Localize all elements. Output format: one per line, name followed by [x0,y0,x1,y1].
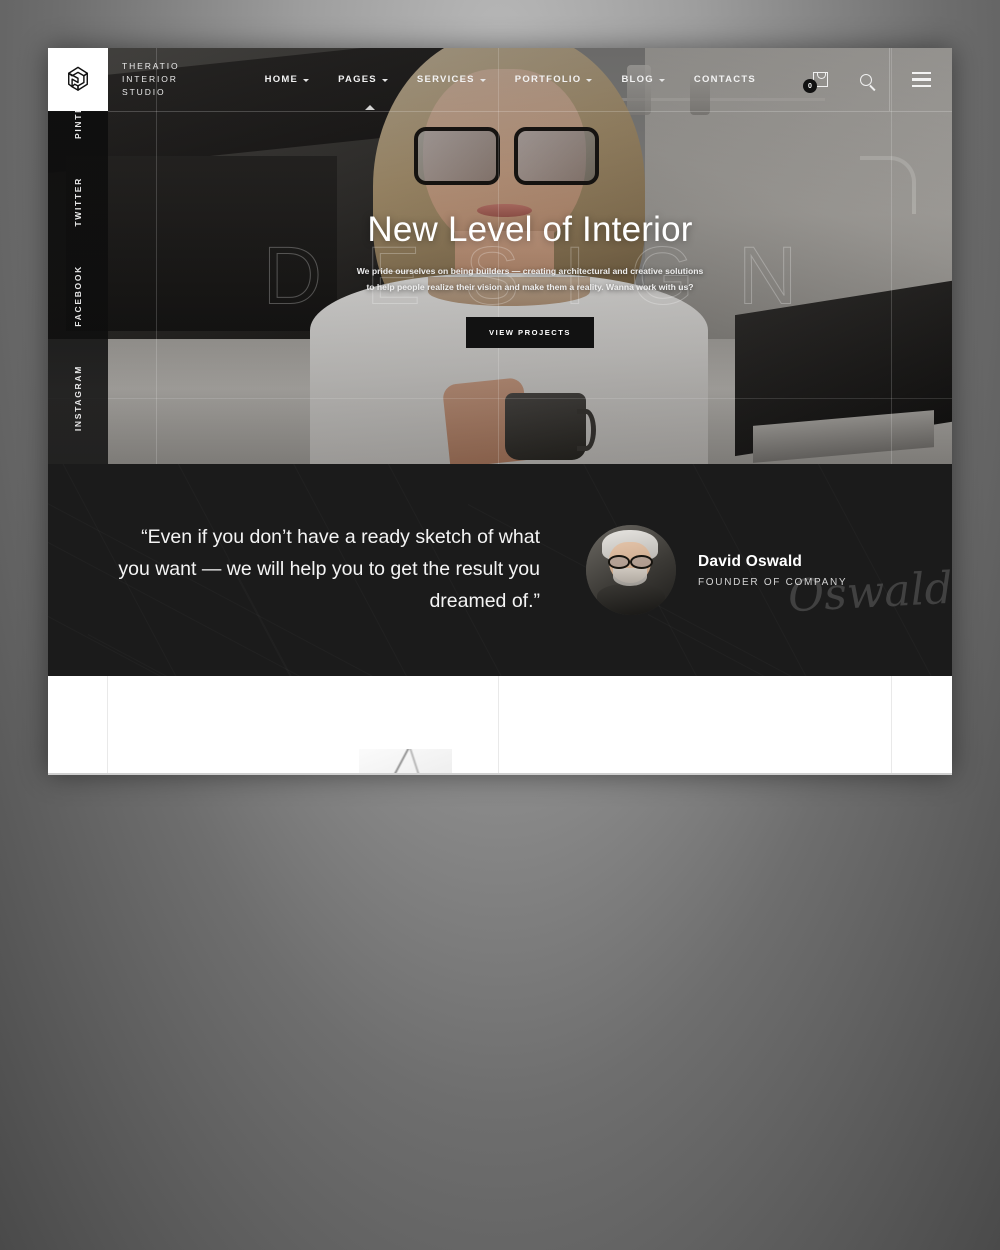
chevron-down-icon [479,78,486,82]
author-name: David Oswald [698,552,803,570]
chevron-down-icon [658,78,665,82]
chevron-down-icon [586,78,593,82]
hamburger-menu-button[interactable] [890,48,952,111]
hero-content: DESIGN New Level of Interior We pride ou… [108,111,952,464]
testimonial-quote: “Even if you don’t have a ready sketch o… [118,526,540,612]
header-actions: 0 [797,48,952,111]
website-page: THERATIO INTERIOR STUDIO HOME PAGES SERV… [48,48,952,775]
nav-label: HOME [264,74,299,85]
next-section [48,676,952,775]
brand-name: THERATIO INTERIOR STUDIO [122,48,180,111]
social-sidebar: INSTAGRAM FACEBOOK TWITTER PINTEREST [48,76,108,464]
search-icon [860,73,872,86]
nav-item-contacts[interactable]: CONTACTS [694,74,756,85]
main-navigation: HOME PAGES SERVICES PORTFOLIO BLOG CONTA… [224,48,797,111]
marble-image [359,749,452,775]
grid-line [107,676,108,775]
author-meta: David Oswald FOUNDER OF COMPANY Oswald [698,552,952,622]
avatar [586,525,676,615]
search-button[interactable] [843,48,889,111]
nav-label: CONTACTS [693,74,756,85]
nav-label: SERVICES [416,74,475,85]
chevron-down-icon [381,78,388,82]
nav-item-portfolio[interactable]: PORTFOLIO [515,74,593,85]
nav-active-indicator [365,105,375,110]
grid-line [891,676,892,775]
testimonial-section: “Even if you don’t have a ready sketch o… [48,464,952,676]
hero-slider: THERATIO INTERIOR STUDIO HOME PAGES SERV… [48,48,952,464]
nav-item-home[interactable]: HOME [265,74,310,85]
site-logo[interactable] [48,48,108,111]
social-link-facebook[interactable]: FACEBOOK [73,265,83,327]
nav-item-blog[interactable]: BLOG [621,74,665,85]
interlocking-triangle-logo-icon [68,66,88,91]
brand-line-2: INTERIOR [122,74,178,85]
viewport-bottom-edge [48,773,952,775]
cart-button[interactable]: 0 [797,48,843,111]
hero-subtitle: We pride ourselves on being builders — c… [356,266,704,292]
chevron-down-icon [303,78,310,82]
hero-title: New Level of Interior [367,210,693,250]
nav-label: PAGES [338,74,377,85]
brand-line-1: THERATIO [122,61,180,72]
view-projects-button[interactable]: VIEW PROJECTS [466,316,594,348]
author-role: FOUNDER OF COMPANY [698,576,848,588]
cart-count-badge: 0 [803,79,817,93]
nav-label: BLOG [621,74,654,85]
social-link-instagram[interactable]: INSTAGRAM [73,365,83,431]
social-link-twitter[interactable]: TWITTER [73,177,83,227]
nav-label: PORTFOLIO [514,74,582,85]
nav-item-services[interactable]: SERVICES [417,74,486,85]
grid-line [498,676,499,775]
nav-item-pages[interactable]: PAGES [338,74,388,85]
brand-line-3: STUDIO [122,86,166,97]
site-header: THERATIO INTERIOR STUDIO HOME PAGES SERV… [48,48,952,111]
testimonial-author: David Oswald FOUNDER OF COMPANY Oswald [586,525,952,622]
